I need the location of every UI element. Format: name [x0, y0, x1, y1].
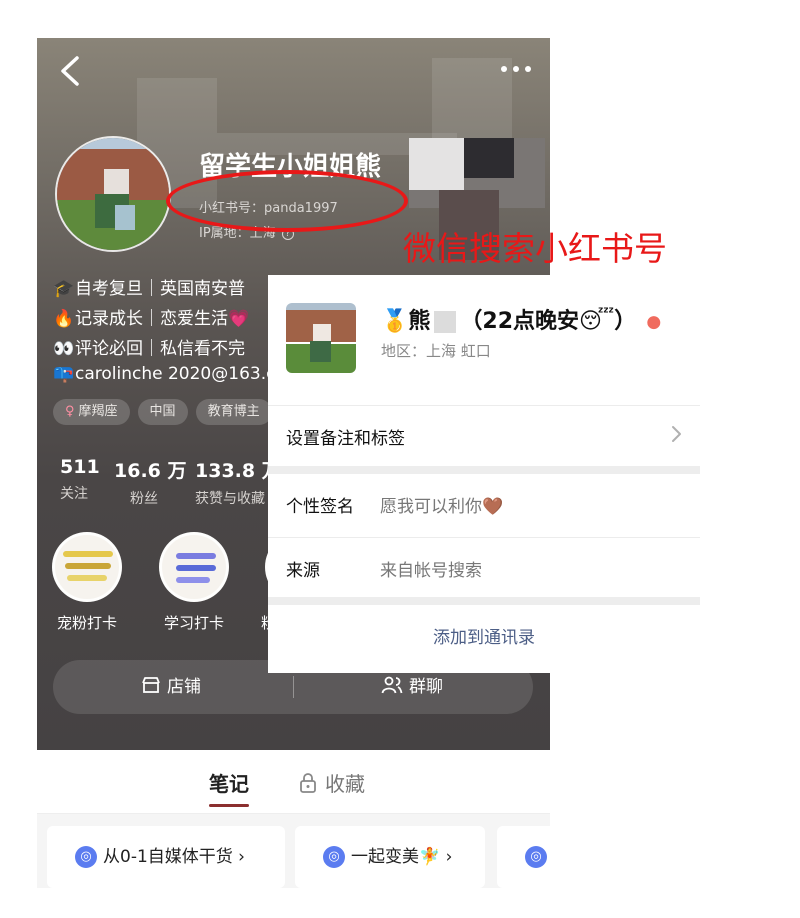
bar-divider — [293, 676, 294, 698]
wechat-contact-card: 🥇熊 （22点晚安😴） ● 地区：上海 虹口 设置备注和标签 个性签名 愿我可以利你… — [268, 275, 700, 673]
collection-icon: ◎ — [525, 846, 547, 868]
lock-icon — [300, 773, 316, 793]
collection-cards: ◎ 从0-1自媒体干货 › ◎ 一起变美🧚 › ◎ — [37, 814, 550, 888]
set-remark-row[interactable]: 设置备注和标签 — [268, 405, 700, 465]
profile-avatar[interactable] — [55, 136, 171, 252]
mailbox-icon: 📪 — [53, 364, 75, 384]
highlight-cover — [159, 532, 229, 602]
highlight-ellipse — [166, 170, 408, 232]
censor-mosaic — [434, 311, 457, 333]
eyes-icon: 👀 — [53, 339, 75, 359]
bio-line-2: 🔥记录成长｜恋爱生活💗 — [53, 309, 250, 329]
shop-button[interactable]: 店铺 — [141, 660, 201, 714]
collection-icon: ◎ — [323, 846, 345, 868]
stat-followers[interactable]: 16.6 万 粉丝 — [114, 456, 187, 508]
highlight-fan-checkin[interactable]: 宠粉打卡 — [51, 532, 123, 633]
tag-category[interactable]: 教育博主 — [195, 399, 272, 425]
people-icon — [381, 676, 403, 694]
bio-line-4: 📪carolinche 2020@163.c — [53, 364, 276, 384]
wechat-region: 地区：上海 虹口 — [381, 342, 491, 360]
profile-tags: ♀ 摩羯座 中国 教育博主 — [53, 399, 280, 427]
shop-icon — [142, 677, 160, 693]
source-row: 来源 来自帐号搜索 — [268, 537, 700, 597]
more-options-icon[interactable] — [499, 62, 533, 76]
chevron-right-icon — [672, 426, 681, 442]
collection-card[interactable]: ◎ 从0-1自媒体干货 › — [47, 826, 285, 888]
tag-country[interactable]: 中国 — [137, 399, 188, 425]
signature-row: 个性签名 愿我可以利你🤎 — [286, 497, 504, 517]
highlight-study-checkin[interactable]: 学习打卡 — [158, 532, 230, 633]
graduation-cap-icon: 🎓 — [53, 279, 75, 299]
tag-zodiac[interactable]: ♀ 摩羯座 — [53, 399, 130, 425]
section-divider — [268, 597, 700, 605]
wechat-nickname: 🥇熊 （22点晚安😴） ● — [381, 309, 662, 334]
add-to-contacts-button[interactable]: 添加到通讯录 — [268, 605, 700, 671]
tab-notes[interactable]: 笔记 — [209, 768, 249, 807]
back-icon[interactable] — [57, 54, 83, 88]
section-divider — [268, 466, 700, 474]
female-icon: ♀ — [65, 404, 75, 419]
fire-icon: 🔥 — [53, 309, 75, 329]
censor-mosaic — [409, 138, 464, 190]
collection-card[interactable]: ◎ — [497, 826, 550, 888]
profile-tabs: 笔记 收藏 — [37, 750, 550, 814]
annotation-note: 微信搜索小红书号 — [403, 229, 667, 268]
bio-line-1: 🎓自考复旦｜英国南安普 — [53, 279, 245, 299]
wechat-avatar[interactable] — [286, 303, 356, 373]
bio-line-3: 👀评论必回｜私信看不完 — [53, 339, 245, 359]
tab-collections[interactable]: 收藏 — [299, 768, 365, 797]
censor-mosaic — [464, 138, 514, 178]
highlight-cover — [52, 532, 122, 602]
stat-following[interactable]: 511 关注 — [60, 456, 100, 503]
collection-card[interactable]: ◎ 一起变美🧚 › — [295, 826, 485, 888]
collection-icon: ◎ — [75, 846, 97, 868]
person-icon: ● — [646, 312, 662, 332]
